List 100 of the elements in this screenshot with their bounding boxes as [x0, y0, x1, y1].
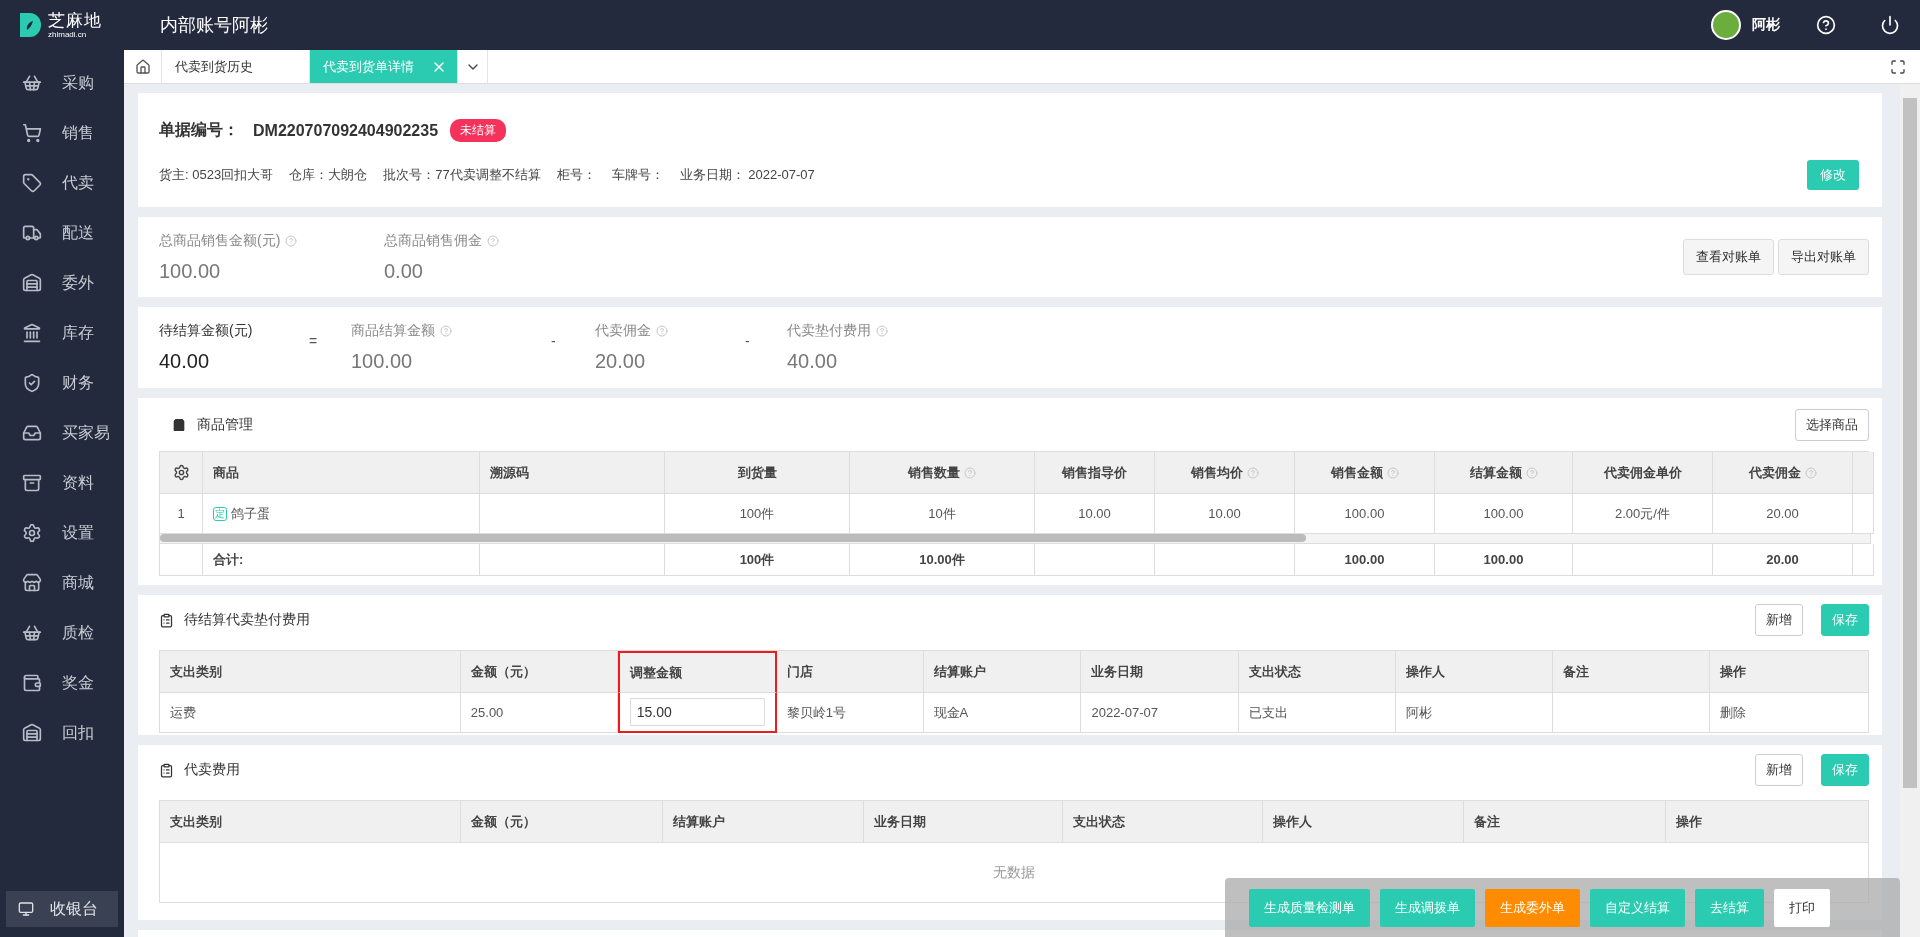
table-cell: 运费: [160, 693, 461, 733]
sidebar-item[interactable]: 配送: [0, 208, 124, 258]
delete-link[interactable]: 删除: [1720, 703, 1747, 722]
table-cell: [1853, 544, 1874, 576]
wallet-icon: [22, 673, 42, 693]
clipboard-icon: [159, 612, 174, 628]
add-button[interactable]: 新增: [1755, 754, 1803, 786]
basket-icon: [22, 623, 42, 643]
column-header: 销售金额: [1295, 452, 1435, 494]
sidebar-item[interactable]: 销售: [0, 108, 124, 158]
operator-sign: -: [551, 333, 557, 349]
table-cell: 10.00: [1155, 494, 1295, 534]
help-icon[interactable]: [1816, 15, 1836, 35]
logo-text: 芝麻地: [48, 11, 102, 29]
warehouse-icon: [22, 273, 42, 293]
metric-label: 代卖佣金: [595, 322, 745, 340]
sidebar-item[interactable]: 资料: [0, 458, 124, 508]
power-icon[interactable]: [1880, 15, 1900, 35]
add-button[interactable]: 新增: [1755, 604, 1803, 636]
user-name: 阿彬: [1752, 16, 1780, 34]
building-icon: [22, 323, 42, 343]
order-number-label: 单据编号：: [159, 120, 239, 140]
avatar-photo-placeholder: [1711, 10, 1741, 40]
order-field: 批次号：77代卖调整不结算: [383, 166, 541, 184]
status-badge: 未结算: [450, 119, 507, 142]
statement-button[interactable]: 导出对账单: [1778, 239, 1869, 275]
settings-icon: [22, 523, 42, 543]
metric-label: 代卖垫付费用: [787, 322, 937, 340]
column-header: 支出类别: [160, 651, 461, 693]
sidebar-item[interactable]: 委外: [0, 258, 124, 308]
section-title: 待结算代卖垫付费用: [184, 611, 310, 629]
column-header: 结算账户: [923, 651, 1082, 693]
product-name: 鸽子蛋: [231, 504, 270, 523]
help-icon: [440, 325, 452, 337]
sidebar-item[interactable]: 奖金: [0, 658, 124, 708]
column-header: 操作人: [1396, 651, 1554, 693]
table-cell: 1: [160, 494, 203, 534]
sidebar-item[interactable]: 质检: [0, 608, 124, 658]
logo-icon: [18, 12, 42, 38]
sidebar-item[interactable]: 采购: [0, 58, 124, 108]
table-cell: 100.00: [1435, 494, 1573, 534]
help-icon: [964, 466, 976, 479]
basket-icon: [22, 73, 42, 93]
column-header: 备注: [1464, 801, 1667, 843]
metric-value: 100.00: [351, 350, 414, 373]
column-header: 金额（元）: [460, 801, 663, 843]
metric-label: 总商品销售金额(元): [159, 231, 384, 250]
warehouse-icon: [22, 723, 42, 743]
statement-button[interactable]: 查看对账单: [1683, 239, 1774, 275]
sidebar-item[interactable]: 商城: [0, 558, 124, 608]
metric-value: 40.00: [159, 350, 211, 373]
total-cell: 合计:: [203, 544, 480, 576]
total-cell: 20.00: [1713, 544, 1853, 576]
amount-input[interactable]: 15.00: [629, 698, 765, 726]
column-header: 代卖佣金: [1713, 452, 1853, 494]
help-icon: [1804, 466, 1817, 479]
sidebar-item[interactable]: 代卖: [0, 158, 124, 208]
action-button[interactable]: 打印: [1774, 888, 1830, 927]
total-cell: 100.00: [1435, 544, 1573, 576]
column-header: 溯源码: [480, 452, 665, 494]
column-header: 支出状态: [1063, 801, 1264, 843]
sidebar-item[interactable]: 回扣: [0, 708, 124, 758]
column-header: 商品: [203, 452, 480, 494]
column-header: 结算账户: [662, 801, 864, 843]
table-cell: 阿彬: [1396, 693, 1554, 733]
monitor-icon: [18, 901, 34, 917]
column-header: 操作: [1710, 651, 1869, 693]
table-cell: 2022-07-07: [1081, 693, 1240, 733]
select-products-button[interactable]: 选择商品: [1795, 408, 1869, 441]
column-header: 代卖佣金单价: [1573, 452, 1713, 494]
column-header: 调整金额: [617, 651, 777, 693]
order-field: 车牌号：: [611, 166, 664, 184]
table-cell: 已支出: [1239, 693, 1397, 733]
settings-icon[interactable]: [172, 464, 190, 481]
column-header: 门店: [776, 651, 924, 693]
metric-value: 0.00: [384, 259, 424, 283]
operator-sign: =: [309, 333, 319, 349]
home-icon[interactable]: [134, 58, 151, 75]
metric-value: 40.00: [787, 350, 839, 373]
cashier-button[interactable]: 收银台: [6, 891, 118, 927]
order-field: 货主: 0523回扣大哥: [159, 166, 274, 184]
sidebar-item[interactable]: 设置: [0, 508, 124, 558]
total-cell: 10.00件: [850, 544, 1035, 576]
sidebar-item[interactable]: 库存: [0, 308, 124, 358]
column-header: 销售数量: [850, 452, 1035, 494]
order-number: DM220707092404902235: [253, 121, 439, 140]
order-field: 柜号：: [556, 166, 596, 184]
sidebar-item[interactable]: 买家易: [0, 408, 124, 458]
sidebar-item[interactable]: 财务: [0, 358, 124, 408]
help-icon: [656, 325, 668, 337]
total-cell: 100.00: [1295, 544, 1435, 576]
metric-label: 商品结算金额: [351, 322, 551, 340]
metric-label: 待结算金额(元): [159, 322, 254, 340]
help-icon: [1246, 466, 1259, 479]
tag-icon: [22, 173, 42, 193]
column-header: 业务日期: [1081, 651, 1240, 693]
archive-icon: [22, 473, 42, 493]
table-cell: [1853, 494, 1874, 534]
help-icon: [876, 325, 888, 337]
help-icon: [1386, 466, 1399, 479]
